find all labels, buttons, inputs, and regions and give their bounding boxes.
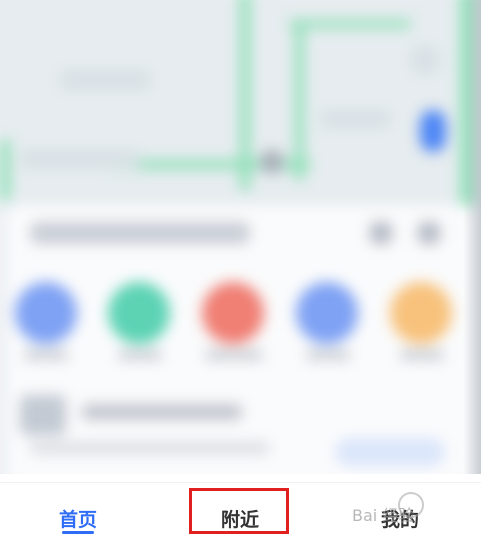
tab-nearby[interactable]: 附近	[170, 483, 310, 553]
category-label	[400, 350, 444, 360]
category-icon	[390, 282, 452, 344]
map-block	[20, 150, 140, 168]
category-icon	[202, 282, 264, 344]
category-icon	[108, 282, 170, 344]
tab-home[interactable]: 首页	[8, 483, 148, 553]
category-icon	[15, 282, 77, 344]
watermark: Bai 经验	[352, 506, 415, 525]
map-block	[60, 70, 150, 90]
category-icon	[296, 282, 358, 344]
location-dot-icon	[260, 150, 284, 174]
map-block	[320, 110, 390, 128]
search-chip	[418, 222, 440, 244]
category-label	[24, 350, 68, 360]
map-pin-icon	[420, 110, 446, 152]
list-thumbnail	[20, 395, 66, 435]
list-title	[82, 404, 242, 420]
category-label	[306, 350, 350, 360]
map-road	[290, 20, 410, 28]
list-action	[335, 438, 445, 466]
blurred-app-content	[0, 0, 481, 474]
active-tab-indicator	[62, 531, 94, 534]
edge-shadow	[463, 0, 481, 474]
category-label	[205, 350, 263, 360]
blur-layer	[0, 0, 481, 474]
search-chip	[370, 222, 392, 244]
category-label	[118, 350, 162, 360]
list-subtitle	[30, 442, 270, 454]
map-road	[0, 140, 10, 200]
map-locate-button	[410, 45, 440, 75]
map-road	[295, 20, 304, 180]
search-bar	[30, 222, 250, 244]
